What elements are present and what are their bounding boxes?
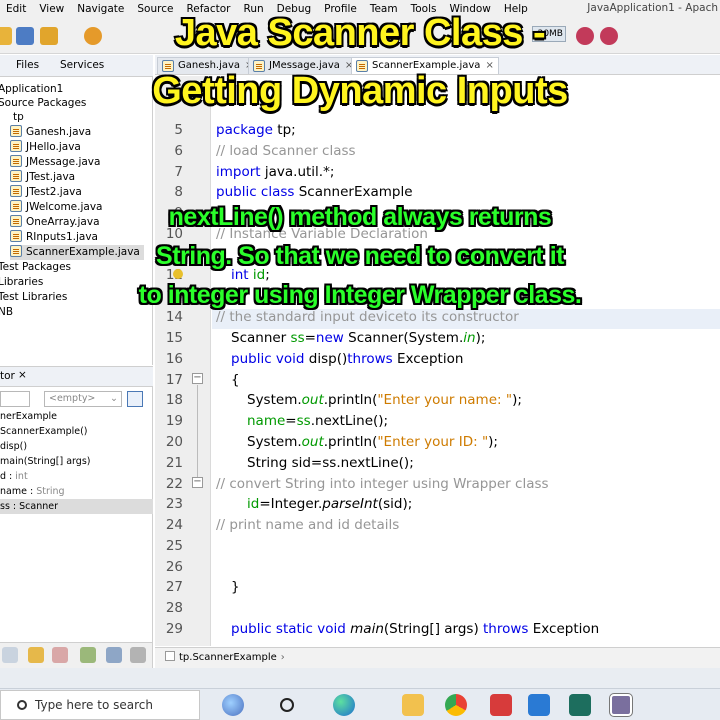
tree-item-file[interactable]: Ganesh.java [10,125,91,140]
code-line-8: public class ScannerExample [216,184,413,200]
tree-item-file[interactable]: JHello.java [10,140,81,155]
inherited-icon[interactable] [130,647,146,663]
class-icon [165,651,175,661]
member-filter-empty[interactable]: <empty> ⌄ [44,391,122,407]
line-number: 25 [165,538,183,554]
code-line-6: // load Scanner class [216,143,356,159]
windows-taskbar: Type here to search [0,688,720,720]
static-icon[interactable] [106,647,122,663]
overlay-note-line1: nextLine() method always returns [168,203,552,231]
line-number: 22 [165,476,183,492]
line-number: 28 [165,600,183,616]
navigator-item-constructor[interactable]: ScannerExample() [0,424,88,439]
code-line-18: System.out.println("Enter your name: "); [247,392,522,408]
line-number: 18 [165,392,183,408]
search-icon [17,700,27,710]
line-number: 26 [165,559,183,575]
fold-toggle-icon[interactable]: − [192,477,203,488]
code-line-22: // convert String into integer using Wra… [216,476,549,492]
line-number: 19 [165,413,183,429]
overlay-note-line2: String. So that we need to convert it [156,242,564,270]
navigator-options-icon[interactable] [127,391,143,407]
java-file-icon [10,155,22,167]
sort-icon[interactable] [52,647,68,663]
overlay-title-line1: Java Scanner Class - [174,11,547,55]
line-number: 27 [165,579,183,595]
breadcrumb-item[interactable]: tp.ScannerExample [179,652,277,663]
navigator-item-field[interactable]: d : int [0,469,28,484]
line-number: 5 [174,122,183,138]
line-number: 17 [165,372,183,388]
navigator-toolbar [0,642,153,668]
chevron-down-icon: ⌄ [110,393,118,404]
code-line-5: package tp; [216,122,296,138]
terminal-icon[interactable] [569,694,591,716]
widget-icon[interactable] [222,694,244,716]
code-line-29: public static void main(String[] args) t… [231,621,600,637]
line-number: 8 [174,184,183,200]
fold-toggle-icon[interactable]: − [192,373,203,384]
java-file-icon [10,140,22,152]
code-line-24: // print name and id details [216,517,400,533]
status-bar [0,668,720,688]
code-line-21: String sid=ss.nextLine(); [247,455,414,471]
java-file-icon [10,125,22,137]
member-filter-select[interactable] [0,391,30,407]
lock-icon[interactable] [28,647,44,663]
line-number: 24 [165,517,183,533]
line-number: 14 [165,309,183,325]
navigator-item-method[interactable]: main(String[] args) [0,454,90,469]
navigator-tab[interactable]: tor × [0,367,153,387]
vscode-icon[interactable] [528,694,550,716]
fold-guide [197,385,198,485]
code-editor[interactable]: 5 6 7 8 9 10 11 12 13 14 15 16 17 18 19 … [155,76,720,646]
tree-item-file[interactable]: JTest2.java [10,185,82,200]
code-line-19: name=ss.nextLine(); [247,413,389,429]
navigator-item-field[interactable]: name : String [0,484,65,499]
line-number: 6 [174,143,183,159]
code-line-15: Scanner ss=new Scanner(System.in); [231,330,486,346]
code-line-27: } [231,579,240,595]
filter-icon[interactable] [2,647,18,663]
close-icon[interactable]: × [18,369,27,381]
tree-item-file[interactable]: JTest.java [10,170,75,185]
navigator-item-class[interactable]: nerExample [0,409,57,424]
breadcrumb: tp.ScannerExample › [155,647,720,668]
navigator-item-method[interactable]: disp() [0,439,27,454]
overlay-note-line3: to integer using Integer Wrapper class. [138,281,582,309]
edge-icon[interactable] [333,694,355,716]
code-line-23: id=Integer.parseInt(sid); [247,496,413,512]
line-number: 20 [165,434,183,450]
chrome-icon[interactable] [445,694,467,716]
java-file-icon [10,170,22,182]
fields-icon[interactable] [80,647,96,663]
line-number: 29 [165,621,183,637]
code-line-20: System.out.println("Enter your ID: "); [247,434,498,450]
code-line-16: public void disp()throws Exception [231,351,464,367]
navigator-panel: tor × <empty> ⌄ nerExample ScannerExampl… [0,366,153,642]
chevron-right-icon: › [280,652,285,663]
file-explorer-icon[interactable] [402,694,424,716]
navigator-item-field-selected[interactable]: ss : Scanner [0,499,153,514]
line-number: 7 [174,164,183,180]
line-number: 23 [165,496,183,512]
task-view-icon[interactable] [280,698,294,712]
store-icon[interactable] [490,694,512,716]
taskbar-search-input[interactable]: Type here to search [0,690,200,720]
code-line-17: { [231,372,240,388]
tree-item-file[interactable]: JMessage.java [10,155,100,170]
line-number: 21 [165,455,183,471]
netbeans-icon[interactable] [610,694,632,716]
line-number: 15 [165,330,183,346]
line-number: 16 [165,351,183,367]
code-line-14: // the standard input deviceto its const… [216,309,519,325]
overlay-title-line2: Getting Dynamic Inputs [151,69,569,113]
java-file-icon [10,185,22,197]
code-line-7: import java.util.*; [216,164,335,180]
